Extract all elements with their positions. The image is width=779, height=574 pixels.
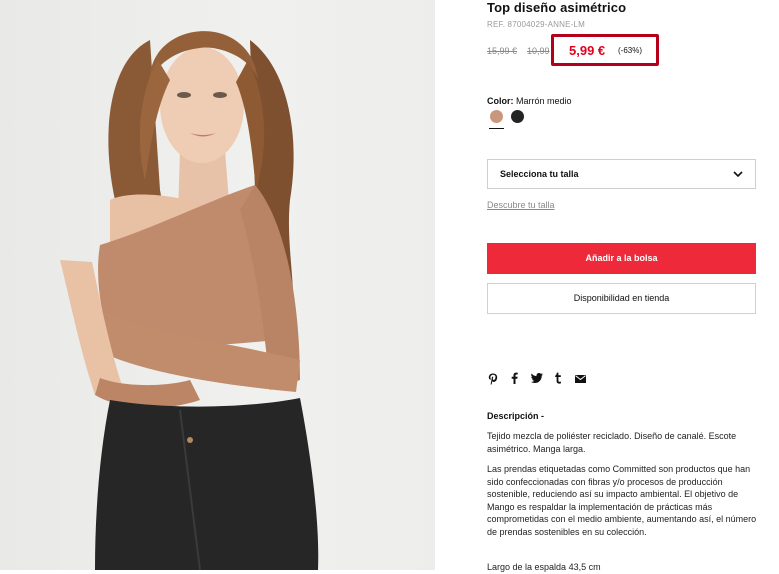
description-paragraph-3: Largo de la espalda 43,5 cm — [487, 562, 601, 572]
size-guide-link[interactable]: Descubre tu talla — [487, 200, 555, 210]
product-title: Top diseño asimétrico — [487, 0, 627, 15]
email-icon[interactable] — [575, 374, 586, 386]
product-photo[interactable] — [0, 0, 435, 570]
model-illustration — [60, 31, 319, 570]
description-heading[interactable]: Descripción - — [487, 411, 544, 421]
size-select-label: Selecciona tu talla — [500, 169, 579, 179]
color-swatch-brown[interactable] — [490, 110, 503, 123]
color-label: Color: Marrón medio — [487, 96, 572, 106]
current-price: 5,99 € — [569, 43, 606, 58]
selected-swatch-indicator — [489, 128, 504, 129]
color-value: Marrón medio — [516, 96, 572, 106]
facebook-icon[interactable] — [511, 372, 518, 387]
color-label-key: Color: — [487, 96, 514, 106]
store-availability-button[interactable]: Disponibilidad en tienda — [487, 283, 756, 314]
twitter-icon[interactable] — [531, 373, 543, 386]
size-select[interactable]: Selecciona tu talla — [487, 159, 756, 189]
color-swatch-black[interactable] — [511, 110, 524, 123]
original-price: 15,99 € — [487, 46, 518, 56]
previous-price: 10,99 — [527, 46, 550, 56]
product-reference: REF. 87004029-ANNE-LM — [487, 20, 586, 29]
discount-badge: (-63%) — [618, 46, 643, 55]
description-paragraph-1: Tejido mezcla de poliéster reciclado. Di… — [487, 431, 737, 454]
pinterest-icon[interactable] — [488, 373, 498, 388]
add-to-bag-button[interactable]: Añadir a la bolsa — [487, 243, 756, 274]
tumblr-icon[interactable] — [554, 372, 562, 387]
current-price-highlight: 5,99 € (-63%) — [551, 34, 659, 66]
description-paragraph-2: Las prendas etiquetadas como Committed s… — [487, 464, 757, 537]
chevron-down-icon — [733, 171, 743, 178]
